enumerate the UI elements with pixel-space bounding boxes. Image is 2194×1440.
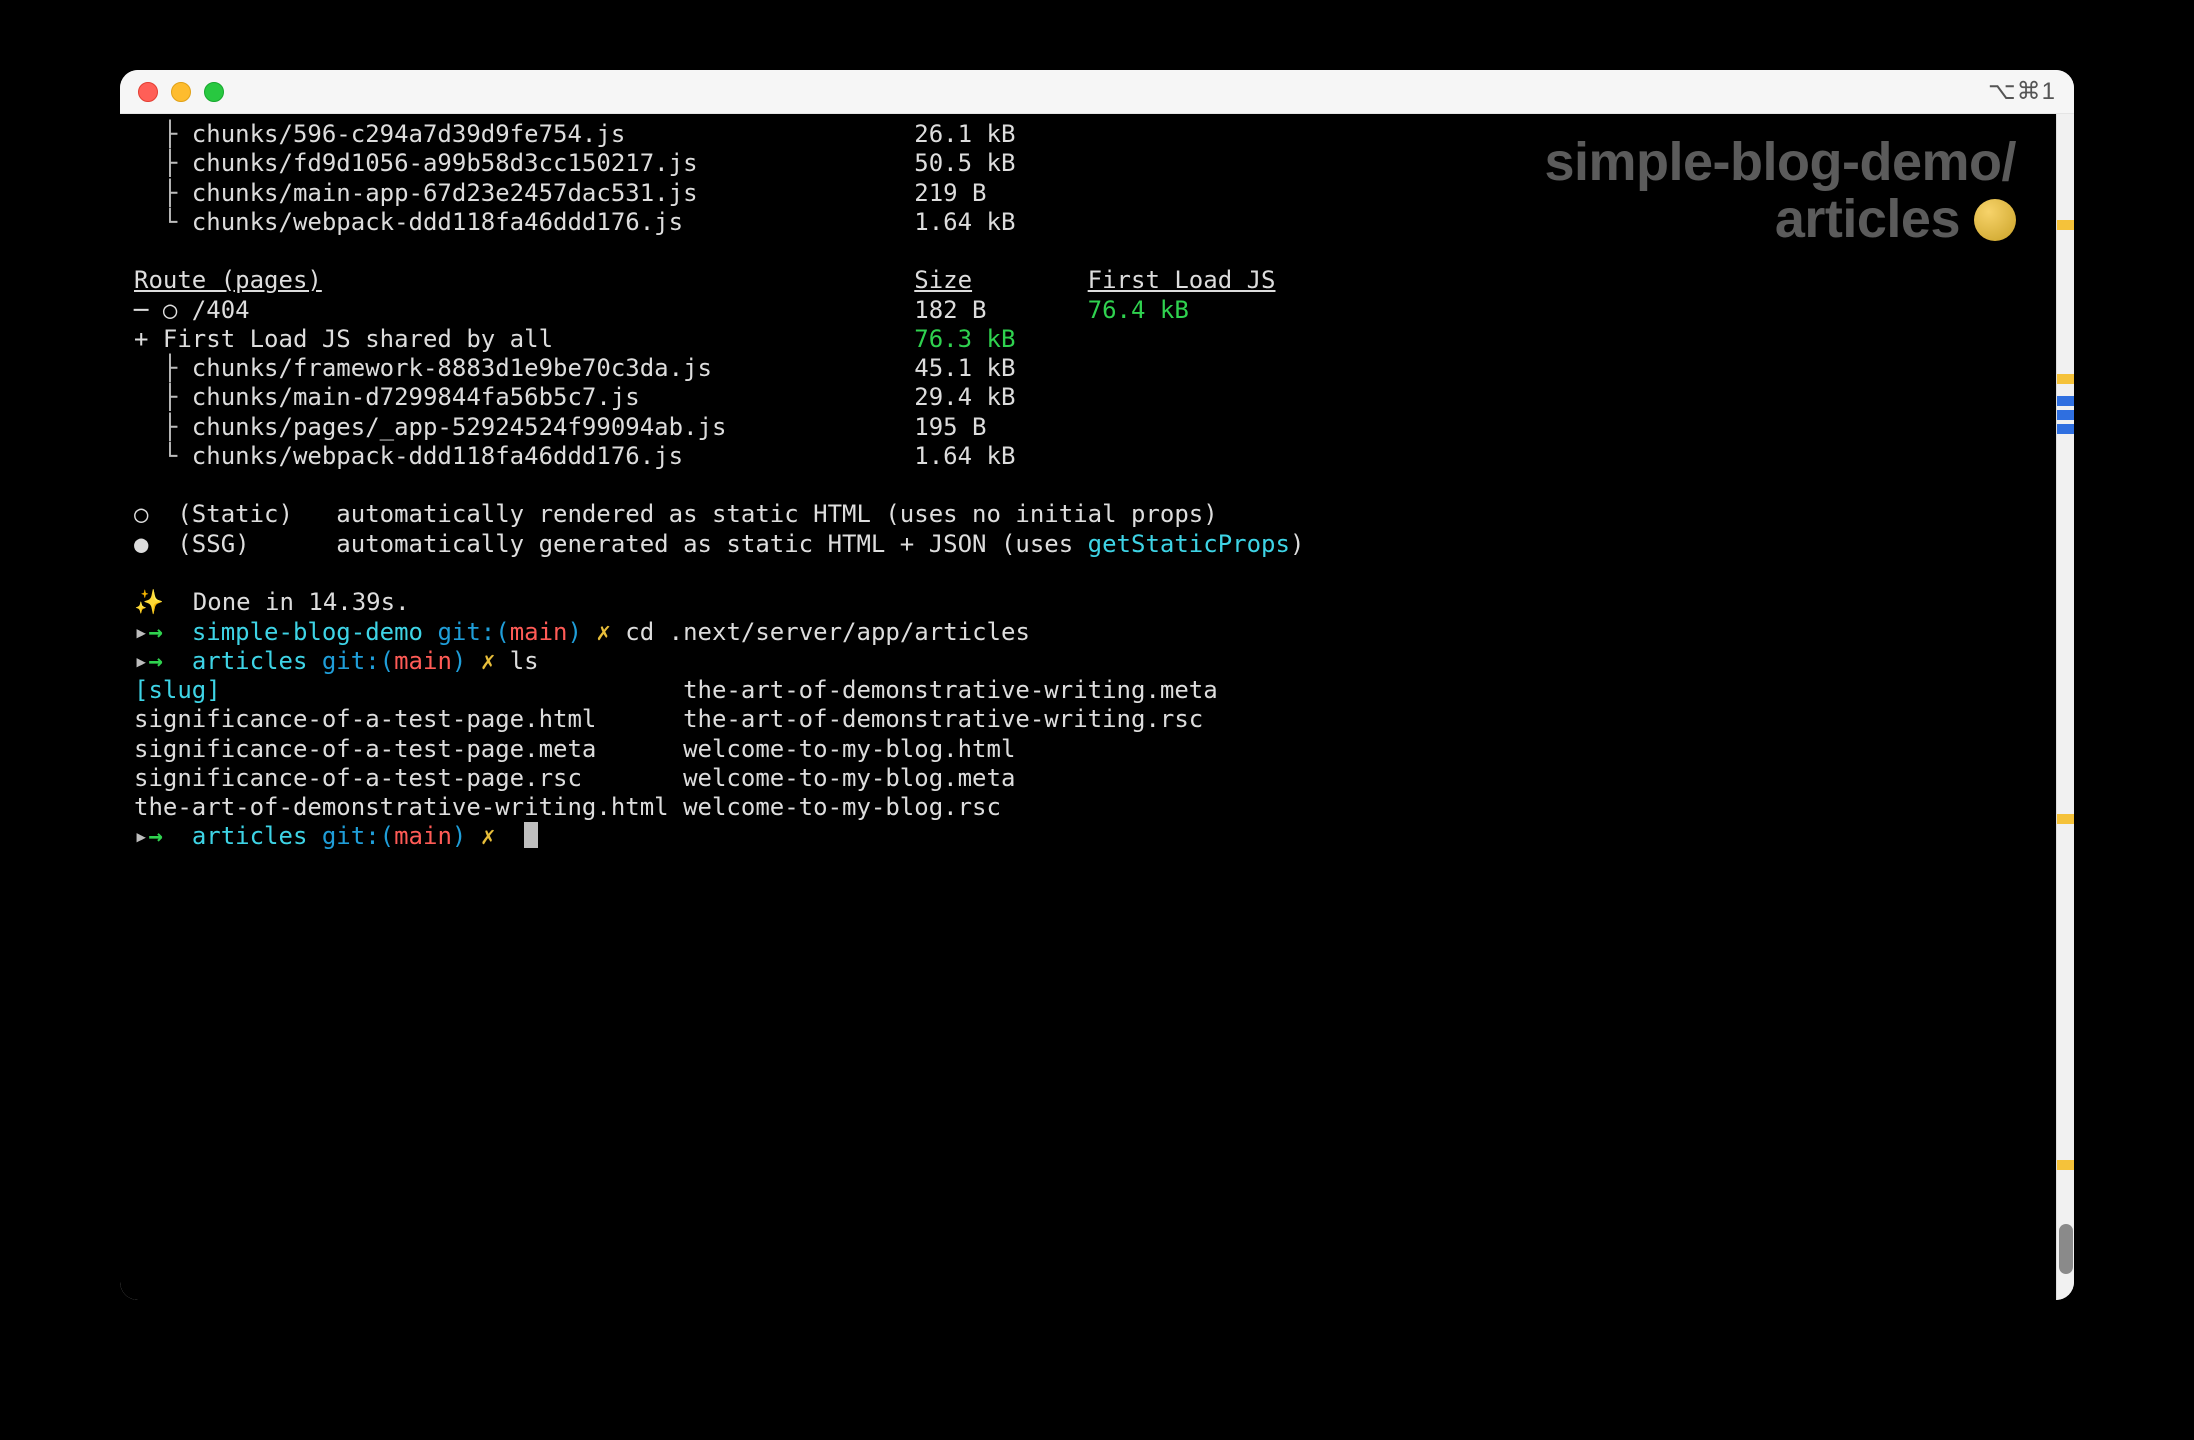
- titlebar: ⌥⌘1: [120, 70, 2074, 114]
- zoom-icon[interactable]: [204, 82, 224, 102]
- cursor: [524, 822, 538, 848]
- close-icon[interactable]: [138, 82, 158, 102]
- scrollbar-thumb[interactable]: [2059, 1224, 2073, 1274]
- minimize-icon[interactable]: [171, 82, 191, 102]
- status-dot-icon: [1974, 199, 2016, 241]
- gutter-mark: [2057, 1160, 2074, 1170]
- session-badge: simple-blog-demo/articles: [1544, 134, 2016, 247]
- scrollbar-gutter[interactable]: [2056, 114, 2074, 1300]
- gutter-mark: [2057, 396, 2074, 406]
- gutter-mark: [2057, 424, 2074, 434]
- terminal-output[interactable]: ├ chunks/596-c294a7d39d9fe754.js 26.1 kB…: [120, 114, 2056, 1300]
- shortcut-hint: ⌥⌘1: [1988, 77, 2056, 106]
- gutter-mark: [2057, 374, 2074, 384]
- gutter-mark: [2057, 410, 2074, 420]
- traffic-lights: [138, 82, 224, 102]
- terminal-window: ⌥⌘1 ├ chunks/596-c294a7d39d9fe754.js 26.…: [120, 70, 2074, 1300]
- gutter-mark: [2057, 220, 2074, 230]
- gutter-mark: [2057, 814, 2074, 824]
